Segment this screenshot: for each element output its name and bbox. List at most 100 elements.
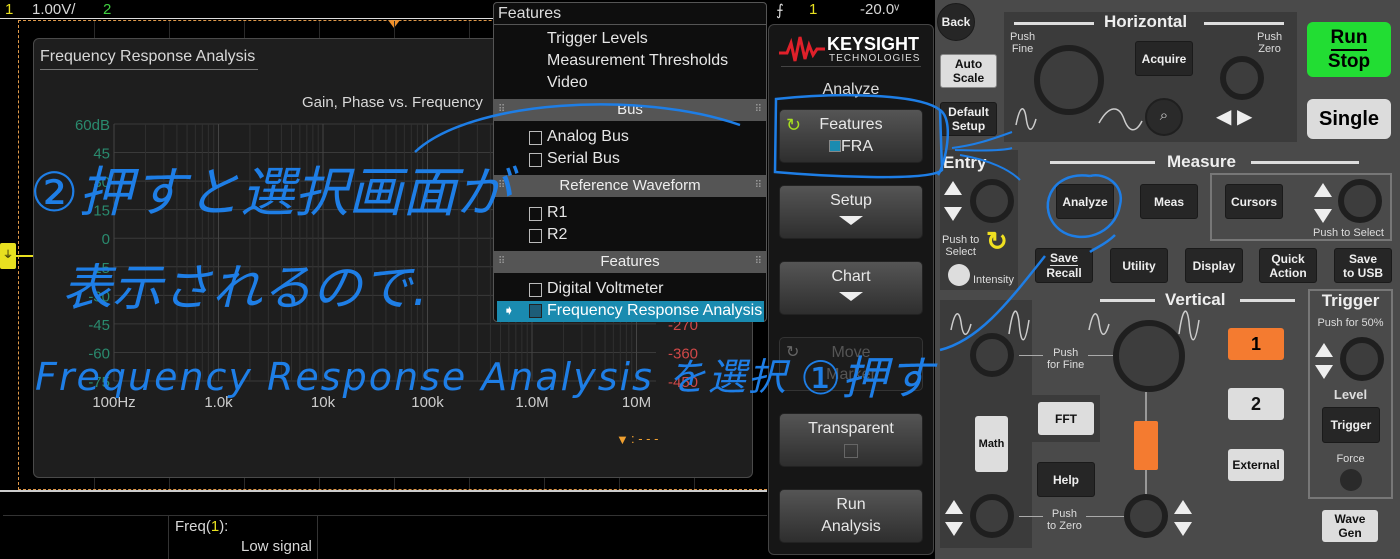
section-title: Entry	[943, 153, 987, 172]
save-recall-button[interactable]: Save Recall	[1035, 248, 1093, 283]
measurement-label-prefix: Freq(	[175, 518, 211, 535]
intensity-label: Intensity	[973, 274, 1014, 286]
label: Auto	[954, 57, 983, 71]
divider	[3, 515, 767, 516]
down-arrow-icon	[1315, 365, 1333, 379]
trigger-source[interactable]: 1	[809, 1, 817, 18]
rotate-knob-icon: ↻	[786, 115, 802, 135]
menu-item-r1[interactable]: R1	[529, 204, 568, 222]
push-to-zero-label: Push to Zero	[1043, 508, 1086, 532]
trigger-level[interactable]: -20.0ᵛ	[860, 1, 899, 18]
menu-item-frequency-response-analysis[interactable]: ➧ Frequency Response Analysis	[497, 301, 764, 322]
menu-item-video[interactable]: Video	[547, 74, 588, 92]
softkey-run-analysis[interactable]: Run Analysis	[779, 489, 923, 543]
horizontal-position-knob[interactable]	[1220, 56, 1264, 100]
section-header-bus: Bus	[494, 99, 766, 121]
acquire-button[interactable]: Acquire	[1135, 41, 1193, 76]
divider	[1014, 22, 1094, 25]
label: Run	[1330, 27, 1368, 51]
channel-1-button[interactable]: 1	[1228, 328, 1284, 360]
ch2-indicator[interactable]: 2	[103, 1, 111, 18]
menu-item-analog-bus[interactable]: Analog Bus	[529, 128, 629, 146]
checkbox[interactable]	[844, 444, 858, 458]
down-arrow-icon	[1314, 209, 1332, 223]
level-label: Level	[1333, 387, 1368, 402]
display-button[interactable]: Display	[1185, 248, 1243, 283]
vertical-scale-knob[interactable]	[1113, 320, 1185, 392]
softkey-chart[interactable]: Chart	[779, 261, 923, 315]
save-to-usb-button[interactable]: Save to USB	[1334, 248, 1392, 283]
divider	[1050, 161, 1155, 164]
checkbox[interactable]	[529, 229, 542, 243]
math-button[interactable]: Math	[975, 416, 1008, 472]
rotate-icon: ↻	[986, 226, 1008, 256]
ch1-ground-marker-icon[interactable]: ⏚	[0, 243, 16, 269]
menu-item-measurement-thresholds[interactable]: Measurement Thresholds	[547, 52, 728, 70]
menu-item-serial-bus[interactable]: Serial Bus	[529, 150, 620, 168]
trigger-level-knob[interactable]	[1340, 337, 1384, 381]
item-label: R2	[547, 226, 568, 243]
left-right-arrows-icon: ◀ ▶	[1216, 106, 1253, 128]
marker-icon: ▼	[616, 432, 629, 447]
auto-scale-button[interactable]: Auto Scale	[940, 54, 997, 88]
trigger-slope-icon: ⨍	[776, 2, 784, 19]
intensity-button[interactable]	[948, 264, 970, 286]
fft-button[interactable]: FFT	[1038, 402, 1094, 435]
softkey-setup[interactable]: Setup	[779, 185, 923, 239]
up-arrow-icon	[945, 500, 963, 514]
menu-item-r2[interactable]: R2	[529, 226, 568, 244]
trigger-button[interactable]: Trigger	[1322, 407, 1380, 443]
checkbox[interactable]	[529, 207, 542, 221]
softkey-panel: KEYSIGHT TECHNOLOGIES Analyze ↻ Features…	[768, 24, 934, 555]
cursors-knob[interactable]	[1338, 179, 1382, 223]
up-arrow-icon	[1314, 183, 1332, 197]
channel-1-indicator	[1134, 421, 1158, 470]
default-setup-button[interactable]: Default Setup	[940, 102, 997, 136]
label: Setup	[951, 119, 986, 133]
utility-button[interactable]: Utility	[1110, 248, 1168, 283]
label: Gen	[1338, 526, 1362, 540]
ch1-scale[interactable]: 1.00V/	[32, 1, 75, 18]
measurement-freq[interactable]: Freq(1): Low signal	[168, 516, 318, 559]
sine-wave-icons	[1015, 108, 1143, 131]
menu-item-trigger-levels[interactable]: Trigger Levels	[547, 30, 648, 48]
math-scale-knob[interactable]	[970, 333, 1014, 377]
back-button[interactable]: Back	[937, 3, 975, 41]
softkey-value-text: FRA	[841, 138, 873, 155]
single-button[interactable]: Single	[1307, 99, 1391, 139]
external-button[interactable]: External	[1228, 449, 1284, 481]
checkbox[interactable]	[529, 304, 542, 318]
vertical-offset-knob[interactable]	[1124, 494, 1168, 538]
math-offset-knob[interactable]	[970, 494, 1014, 538]
push-fine-label: Push Fine	[1010, 31, 1035, 55]
zoom-search-icon[interactable]: ⌕	[1145, 98, 1183, 136]
force-button[interactable]	[1340, 469, 1362, 491]
label: Stop	[1327, 50, 1371, 72]
softkey-transparent[interactable]: Transparent	[779, 413, 923, 467]
softkey-features[interactable]: ↻ Features FRA	[779, 109, 923, 163]
quick-action-button[interactable]: Quick Action	[1259, 248, 1317, 283]
checkbox[interactable]	[529, 131, 542, 145]
divider	[1204, 22, 1284, 25]
help-button[interactable]: Help	[1037, 462, 1095, 497]
section-title: Vertical	[1165, 290, 1226, 309]
run-stop-button[interactable]: Run Stop	[1307, 22, 1391, 77]
wave-gen-button[interactable]: Wave Gen	[1322, 510, 1378, 542]
trigger-section: Trigger Push for 50% Level Trigger Force	[1308, 289, 1393, 499]
features-menu[interactable]: Features Trigger Levels Measurement Thre…	[493, 2, 767, 322]
ch1-indicator[interactable]: 1	[5, 1, 13, 18]
cursors-button[interactable]: Cursors	[1225, 184, 1283, 219]
label: Recall	[1046, 266, 1082, 280]
channel-2-button[interactable]: 2	[1228, 388, 1284, 420]
menu-item-digital-voltmeter[interactable]: Digital Voltmeter	[529, 280, 664, 298]
entry-knob[interactable]	[970, 179, 1014, 223]
checkbox[interactable]	[529, 283, 542, 297]
brand-sub: TECHNOLOGIES	[829, 53, 921, 64]
label: Select	[945, 246, 976, 258]
label: Wave	[1334, 512, 1366, 526]
label: Action	[1269, 265, 1307, 280]
item-label: R1	[547, 204, 568, 221]
analyze-button[interactable]: Analyze	[1056, 184, 1114, 219]
meas-button[interactable]: Meas	[1140, 184, 1198, 219]
checkbox[interactable]	[529, 153, 542, 167]
